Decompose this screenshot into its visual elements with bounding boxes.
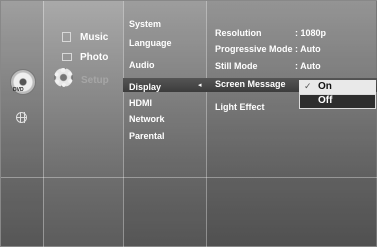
setting-still-mode-value: : Auto [295,61,321,71]
divider [123,1,124,248]
menu-item-display[interactable]: Display [129,83,161,92]
music-icon [62,32,71,42]
option-on[interactable]: ✓ On [299,80,376,94]
divider [43,1,44,248]
chevron-left-icon: ◂ [198,82,202,89]
divider [1,177,377,178]
nav-item-photo[interactable]: Photo [80,53,108,63]
menu-item-system[interactable]: System [129,20,161,29]
menu-item-audio[interactable]: Audio [129,61,155,70]
setting-resolution-label[interactable]: Resolution [215,29,262,38]
check-icon: ✓ [304,81,312,91]
menu-item-network[interactable]: Network [129,115,165,124]
menu-item-hdmi[interactable]: HDMI [129,99,152,108]
disc-type-label: DVD [13,87,24,93]
menu-item-language[interactable]: Language [129,39,172,48]
setting-progressive-mode-label[interactable]: Progressive Mode [215,45,293,54]
nav-item-setup[interactable]: Setup [81,76,109,86]
screen-message-dropdown[interactable]: ✓ On Off [299,80,376,110]
setting-screen-message-label[interactable]: Screen Message [215,80,286,89]
menu-item-parental[interactable]: Parental [129,132,165,141]
option-off[interactable]: Off [299,94,376,109]
option-off-label: Off [318,95,333,106]
photo-icon [62,53,72,61]
nav-item-music[interactable]: Music [80,33,108,43]
globe-icon[interactable] [16,112,27,123]
setting-resolution-value: : 1080p [295,28,327,38]
setting-light-effect-label[interactable]: Light Effect [215,103,265,112]
setting-still-mode-label[interactable]: Still Mode [215,62,258,71]
divider [206,1,207,248]
device-strip [1,1,43,246]
setup-screen: DVD Music Photo Setup System Language Au… [0,0,377,248]
setting-progressive-mode-value: : Auto [295,44,321,54]
option-on-label: On [318,81,332,92]
gear-icon [54,68,73,87]
